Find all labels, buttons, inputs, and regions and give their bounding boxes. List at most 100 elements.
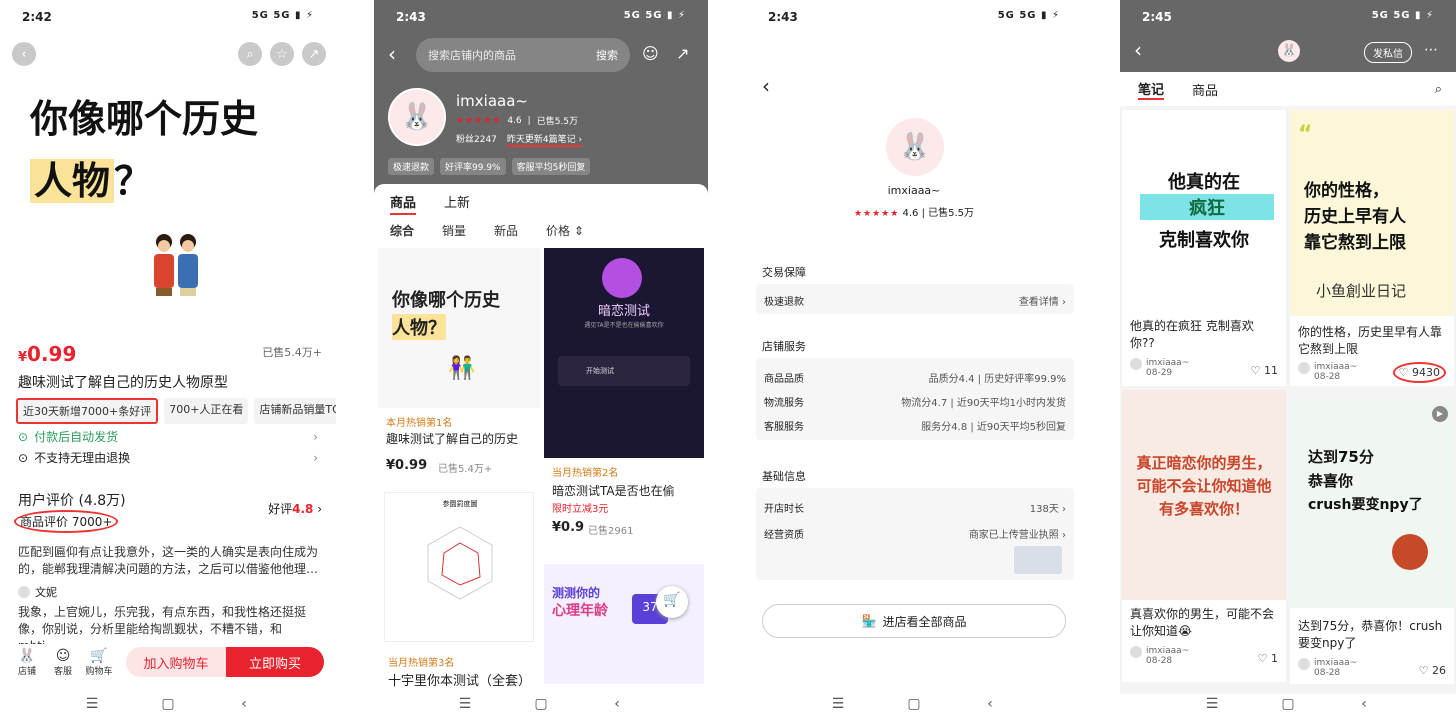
product-card-3[interactable]: 参圜罰度圖	[384, 492, 534, 642]
menu-icon[interactable]: ☰	[82, 694, 102, 714]
favorite-star-icon[interactable]: ☆	[270, 42, 294, 66]
share-icon[interactable]: ↗	[676, 44, 689, 63]
shop-avatar: 🐰	[886, 118, 944, 176]
menu-icon[interactable]: ☰	[1202, 694, 1222, 714]
profile-header: 2:45 5G 5G ▮ ⚡ ‹ 🐰 发私信 ⋯	[1120, 0, 1456, 72]
return-policy-row[interactable]: ⊙ 不支持无理由退换 ›	[18, 449, 318, 466]
product-card-1[interactable]: 你像哪个历史 人物？ 👫 本月热销第1名 趣味测试了解自己的历史 ¥0.99 已…	[378, 248, 540, 488]
shop-rating-row: ★★★★★ 4.6 | 已售5.5万	[456, 115, 579, 128]
card-img-title: 暗恋测试	[597, 304, 650, 319]
menu-icon[interactable]: ☰	[455, 694, 475, 714]
note-card-4[interactable]: ▶ 达到75分 恭喜你 crush要变npy了 达到75分，恭喜你！crush要…	[1290, 400, 1454, 684]
status-time: 2:43	[768, 10, 798, 24]
note-title: 他真的在疯狂 克制喜欢你??	[1130, 319, 1254, 350]
license-row[interactable]: 经营资质 商家已上传营业执照 ›	[764, 526, 1066, 541]
like-count[interactable]: ♡ 1	[1258, 652, 1278, 665]
cart-icon-button[interactable]: 🛒 购物车	[84, 648, 114, 677]
shop-button[interactable]: 🐰 店铺	[12, 648, 42, 677]
card-img-title: 测测你的	[552, 586, 601, 600]
hero-title: 你像哪个历史 人物？	[30, 88, 258, 212]
like-count[interactable]: ♡ 9430	[1392, 362, 1446, 383]
status-bar: 2:42 5G 5G ▮ ⚡	[0, 0, 336, 34]
service-button[interactable]: ☺ 客服	[48, 648, 78, 677]
note-card-1[interactable]: 他真的在 疯狂 克制喜欢你 他真的在疯狂 克制喜欢你?? imxiaaa~ 08-…	[1122, 110, 1286, 386]
shop-header: 2:43 5G 5G ▮ ⚡ ‹ 搜索店铺内的商品 搜索 ☺ ↗ 🐰 imxia…	[374, 0, 708, 200]
back-icon[interactable]: ‹	[12, 42, 36, 66]
good-rating[interactable]: 好评4.8 ›	[268, 500, 322, 517]
back-nav-icon[interactable]: ‹	[607, 694, 627, 714]
review-count[interactable]: 商品评价 7000+	[14, 510, 119, 533]
rating-value: 4.6	[507, 115, 522, 126]
auto-ship-row[interactable]: ⊙ 付款后自动发货 ›	[18, 428, 318, 445]
play-icon: ▶	[1432, 406, 1448, 422]
card-hero-line2: 人物？	[392, 314, 446, 340]
home-icon[interactable]: ▢	[1278, 694, 1298, 714]
update-link[interactable]: 昨天更新4篇笔记 ›	[506, 132, 583, 147]
sort-bar: 综合 销量 新品 价格 ⇕	[390, 222, 584, 239]
tab-products[interactable]: 商品	[1192, 80, 1218, 99]
home-icon[interactable]: ▢	[904, 694, 924, 714]
tag-viewing: 700+人正在看	[164, 398, 249, 424]
cart-float-icon[interactable]: 🛒	[656, 586, 688, 618]
promo-label: 限时立减3元	[552, 504, 609, 515]
back-icon[interactable]: ‹	[388, 42, 396, 66]
fans-count: 粉丝2247	[456, 135, 497, 145]
sort-new[interactable]: 新品	[494, 222, 518, 239]
card-image: 你像哪个历史 人物？ 👫	[378, 248, 540, 408]
share-icon[interactable]: ↗	[302, 42, 326, 66]
sort-price[interactable]: 价格 ⇕	[546, 222, 584, 239]
price: ¥0.99	[18, 342, 77, 366]
add-to-cart-button[interactable]: 加入购物车	[126, 647, 226, 677]
section-trade: 交易保障	[762, 266, 806, 279]
chat-icon[interactable]: ☺	[642, 44, 659, 63]
message-button[interactable]: 发私信	[1364, 42, 1412, 63]
menu-icon[interactable]: ☰	[828, 694, 848, 714]
card-hero-line1: 你像哪个历史	[392, 290, 500, 311]
signal-icons: 5G 5G ▮ ⚡	[623, 10, 686, 21]
buy-now-button[interactable]: 立即购买	[226, 647, 324, 677]
avatar[interactable]: 🐰	[1278, 40, 1300, 62]
hero-question: ？	[114, 159, 153, 203]
shop-avatar[interactable]: 🐰	[388, 88, 446, 146]
note-card-3[interactable]: 真正暗恋你的男生，可能不会让你知道他有多喜欢你！ 真喜欢你的男生，可能不会让你知…	[1122, 390, 1286, 682]
tab-products[interactable]: 商品	[390, 192, 417, 215]
more-icon[interactable]: ⋯	[1424, 42, 1438, 58]
tab-new[interactable]: 上新	[444, 192, 470, 215]
back-nav-icon[interactable]: ‹	[234, 694, 254, 714]
card-img-sub: 遇见TA是不是也在偷偷喜欢你	[584, 322, 664, 329]
shop-page-panel: 2:43 5G 5G ▮ ⚡ ‹ 搜索店铺内的商品 搜索 ☺ ↗ 🐰 imxia…	[374, 0, 708, 720]
note-card-2[interactable]: “ 你的性格， 历史上早有人 靠它熬到上限 小鱼創业日记 你的性格，历史里早有人…	[1290, 110, 1454, 386]
like-count[interactable]: ♡ 11	[1251, 364, 1278, 377]
shop-tabs: 商品 上新	[390, 192, 470, 215]
search-button[interactable]: 搜索	[596, 47, 618, 63]
back-nav-icon[interactable]: ‹	[980, 694, 1000, 714]
enter-shop-button[interactable]: 🏪 进店看全部商品	[762, 604, 1066, 638]
shop-chips: 极速退款 好评率99.9% 客服平均5秒回复	[388, 158, 591, 175]
sort-sales[interactable]: 销量	[442, 222, 466, 239]
sort-overall[interactable]: 综合	[390, 222, 414, 239]
shop-age-row[interactable]: 开店时长 138天 ›	[764, 500, 1066, 515]
rank-badge: 本月热销第1名	[386, 418, 453, 429]
search-icon[interactable]: ⌕	[238, 42, 262, 66]
refund-row[interactable]: 极速退款 查看详情 ›	[764, 293, 1066, 308]
review-text-1: 匹配到匾仰有点让我意外，这一类的人确实是表向住成为的，能郸我理清解决问題的方法，…	[18, 545, 319, 576]
back-icon[interactable]: ‹	[1134, 38, 1142, 62]
rating-stars: ★★★★★	[853, 209, 900, 219]
search-icon[interactable]: ⌕	[1435, 82, 1442, 97]
back-icon[interactable]: ‹	[762, 74, 770, 98]
product-detail-panel: 2:42 5G 5G ▮ ⚡ ‹ ⌕ ☆ ↗ 你像哪个历史 人物？ ¥0.99 …	[0, 0, 336, 720]
home-icon[interactable]: ▢	[158, 694, 178, 714]
shop-search-input[interactable]: 搜索店铺内的商品 搜索	[416, 38, 630, 72]
like-count[interactable]: ♡ 26	[1419, 664, 1446, 677]
license-thumbnail[interactable]	[1014, 546, 1062, 574]
hero-line1: 你像哪个历史	[30, 97, 259, 141]
shop-fans-row: 粉丝2247 昨天更新4篇笔记 ›	[456, 132, 583, 147]
avatar	[18, 586, 30, 598]
tab-notes[interactable]: 笔记	[1138, 79, 1165, 100]
product-card-2[interactable]: 暗恋测试 遇见TA是不是也在偷偷喜欢你 开始测试 当月热销第2名 暗恋测试TA是…	[544, 248, 704, 578]
home-icon[interactable]: ▢	[531, 694, 551, 714]
shop-name: imxiaaa~	[887, 184, 941, 197]
signal-icons: 5G 5G ▮ ⚡	[997, 10, 1060, 21]
product-card-4[interactable]: 测测你的 心理年龄 37 🛒	[544, 564, 704, 684]
back-nav-icon[interactable]: ‹	[1354, 694, 1374, 714]
